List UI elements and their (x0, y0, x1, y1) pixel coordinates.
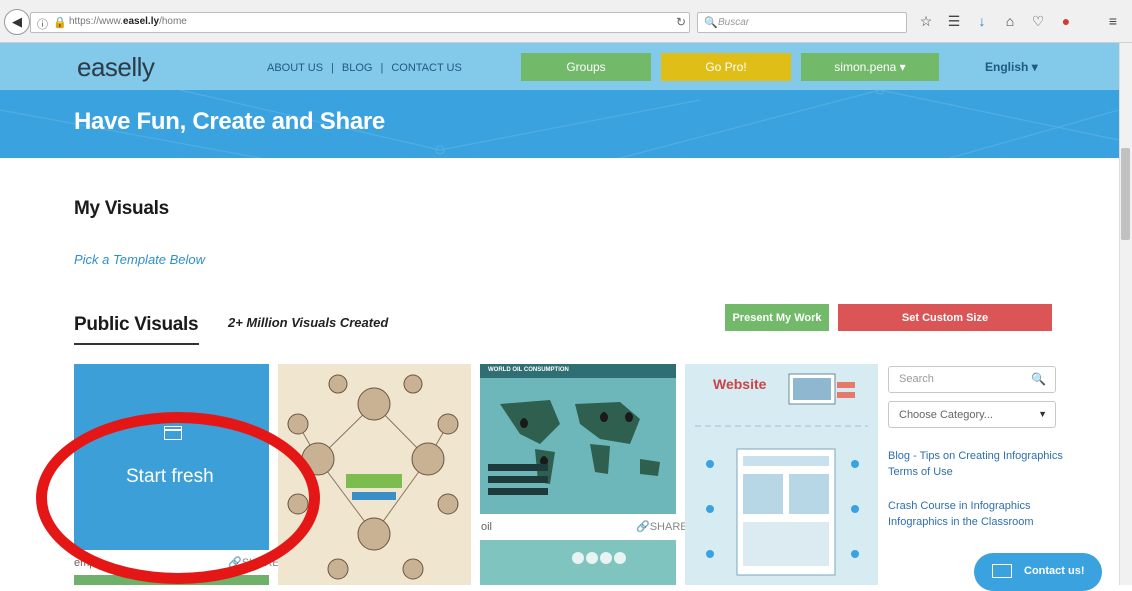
public-visuals-heading: Public Visuals (74, 314, 199, 335)
lock-icon: 🔒 (53, 17, 67, 29)
set-custom-size-button[interactable]: Set Custom Size (838, 304, 1052, 331)
nav-blog-link[interactable]: BLOG (342, 62, 373, 74)
site-logo[interactable]: easelly (77, 52, 155, 83)
template-search-input[interactable]: Search 🔍 (888, 366, 1056, 393)
card-caption: oil (481, 521, 493, 533)
browser-search-placeholder: Buscar (718, 17, 750, 28)
hero-title: Have Fun, Create and Share (74, 108, 385, 135)
scrollbar-thumb[interactable] (1121, 148, 1130, 240)
heading-underline (74, 343, 199, 345)
language-label: English (985, 60, 1029, 74)
browser-toolbar: ◀ ⓘ 🔒 https://www.easel.ly/home ↻ 🔍 Busc… (0, 0, 1132, 43)
search-placeholder: Search (899, 373, 934, 385)
pocket-icon[interactable]: ♡ (1029, 13, 1047, 30)
page-scrollbar[interactable] (1119, 43, 1132, 585)
link-icon: 🔗 (636, 521, 650, 533)
menu-icon[interactable]: ≡ (1104, 13, 1122, 29)
download-icon[interactable]: ↓ (973, 13, 991, 29)
my-visuals-heading: My Visuals (74, 198, 169, 219)
home-icon[interactable]: ⌂ (1001, 13, 1019, 29)
highlight-ellipse (36, 412, 320, 584)
go-pro-button[interactable]: Go Pro! (661, 53, 791, 81)
caret-down-icon: ▼ (1038, 409, 1047, 419)
reading-list-icon[interactable]: ☰ (945, 13, 963, 30)
envelope-icon (992, 564, 1012, 578)
nav-separator: | (331, 62, 334, 74)
classroom-link[interactable]: Infographics in the Classroom (888, 516, 1034, 528)
url-domain: easel.ly (122, 16, 160, 27)
pick-template-link[interactable]: Pick a Template Below (74, 252, 205, 267)
category-select[interactable]: Choose Category... ▼ (888, 401, 1056, 428)
groups-button[interactable]: Groups (521, 53, 651, 81)
contact-us-button[interactable]: Contact us! (974, 553, 1102, 591)
contact-label: Contact us! (1024, 565, 1085, 577)
terms-link[interactable]: Terms of Use (888, 466, 953, 478)
star-icon[interactable]: ☆ (917, 13, 935, 30)
url-prefix: https://www. (69, 16, 123, 27)
share-label: SHARE (649, 521, 688, 533)
template-thumbnail-teal[interactable] (480, 540, 676, 585)
url-path: /home (159, 16, 187, 27)
category-placeholder: Choose Category... (899, 409, 993, 421)
template-thumbnail-oil[interactable]: WORLD OIL CONSUMPTION (480, 364, 676, 514)
website-infographic (695, 373, 868, 576)
addon-icon[interactable]: ● (1057, 13, 1075, 29)
language-selector[interactable]: English ▾ (985, 60, 1038, 74)
url-text[interactable]: https://www.easel.ly/home (69, 16, 187, 27)
million-visuals-note: 2+ Million Visuals Created (228, 315, 389, 330)
world-map (488, 400, 660, 495)
nav-separator: | (380, 62, 384, 74)
info-icon[interactable]: ⓘ (37, 16, 48, 32)
user-menu-button[interactable]: simon.pena ▾ (801, 53, 939, 81)
search-icon[interactable]: 🔍 (1031, 372, 1046, 386)
back-icon[interactable]: ◀ (4, 9, 30, 35)
template-thumbnail-website[interactable]: Website (685, 364, 878, 585)
nav-links: ABOUT US | BLOG | CONTACT US (267, 62, 462, 74)
reload-icon[interactable]: ↻ (676, 15, 686, 29)
nav-contact-link[interactable]: CONTACT US (391, 62, 462, 74)
url-bar[interactable]: ⓘ 🔒 https://www.easel.ly/home (30, 12, 690, 33)
nav-about-link[interactable]: ABOUT US (267, 62, 323, 74)
present-my-work-button[interactable]: Present My Work (725, 304, 829, 331)
chevron-down-icon: ▾ (1031, 60, 1038, 74)
crash-course-link[interactable]: Crash Course in Infographics (888, 500, 1030, 512)
teal-infographic (572, 552, 626, 564)
browser-search-input[interactable]: 🔍 Buscar (697, 12, 907, 33)
search-icon: 🔍 (704, 17, 718, 29)
blog-tips-link[interactable]: Blog - Tips on Creating Infographics (888, 450, 1063, 462)
share-link[interactable]: 🔗SHARE (636, 520, 688, 533)
